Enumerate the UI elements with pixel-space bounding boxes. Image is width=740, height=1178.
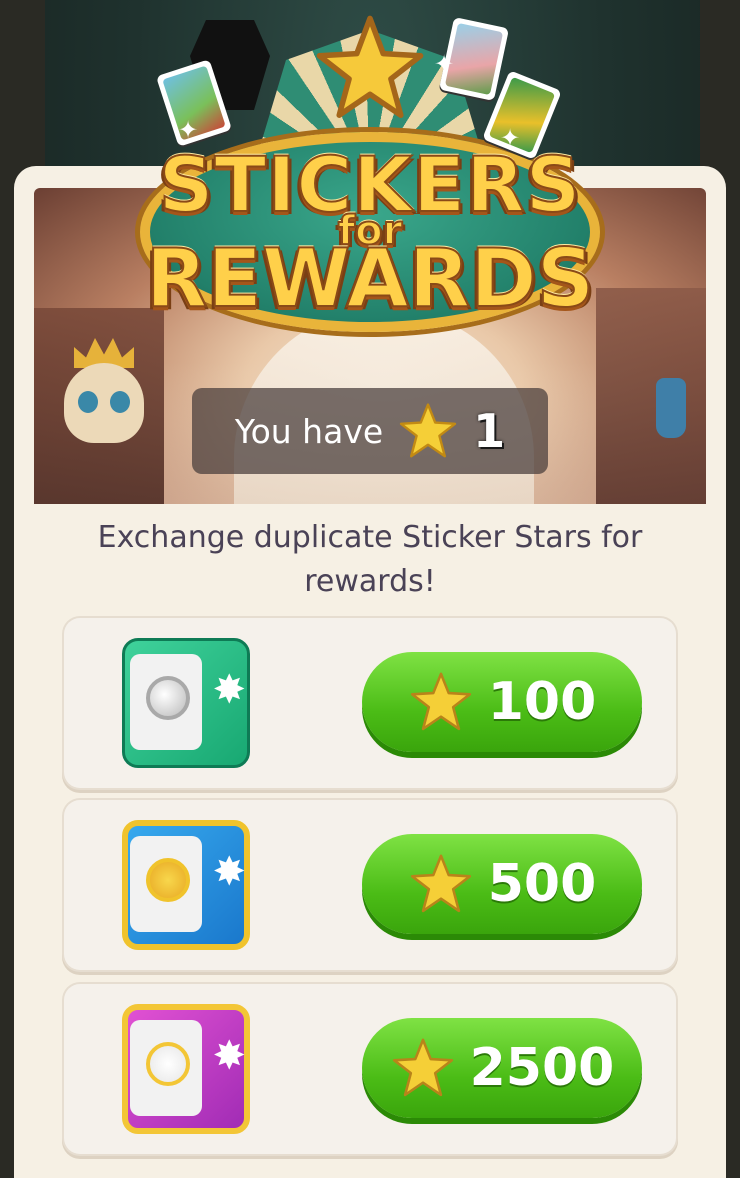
buy-green-vault-button[interactable]: 100 bbox=[362, 652, 642, 752]
sparkle-icon: ✦ bbox=[500, 124, 521, 152]
reward-row: ✸ 100 bbox=[64, 618, 676, 788]
green-vault-icon: ✸ bbox=[116, 630, 256, 775]
star-icon bbox=[399, 403, 457, 458]
star-icon bbox=[410, 672, 471, 731]
price-label: 100 bbox=[487, 672, 597, 732]
sparkle-icon: ✦ bbox=[178, 116, 199, 144]
price-label: 2500 bbox=[469, 1038, 615, 1098]
balance-label: You have bbox=[234, 411, 384, 451]
star-icon bbox=[392, 1038, 453, 1097]
description-text: Exchange duplicate Sticker Stars for rew… bbox=[97, 520, 643, 599]
star-balance: You have 1 bbox=[192, 388, 548, 474]
bottle-icon bbox=[656, 378, 686, 438]
balance-count: 1 bbox=[473, 404, 506, 458]
reward-row: ✸ 500 bbox=[64, 800, 676, 970]
shelf-right bbox=[596, 288, 706, 504]
logo-star-icon bbox=[316, 15, 424, 118]
sparkle-icon: ✦ bbox=[434, 50, 455, 78]
reward-row: ✸ 2500 bbox=[64, 984, 676, 1154]
buy-blue-vault-button[interactable]: 500 bbox=[362, 834, 642, 934]
star-icon bbox=[410, 854, 471, 913]
price-label: 500 bbox=[487, 854, 597, 914]
skull-icon bbox=[64, 363, 144, 443]
blue-vault-icon: ✸ bbox=[116, 812, 256, 957]
pink-vault-icon: ✸ bbox=[116, 996, 256, 1141]
buy-pink-vault-button[interactable]: 2500 bbox=[362, 1018, 642, 1118]
logo-title-line3: REWARDS bbox=[145, 231, 595, 326]
